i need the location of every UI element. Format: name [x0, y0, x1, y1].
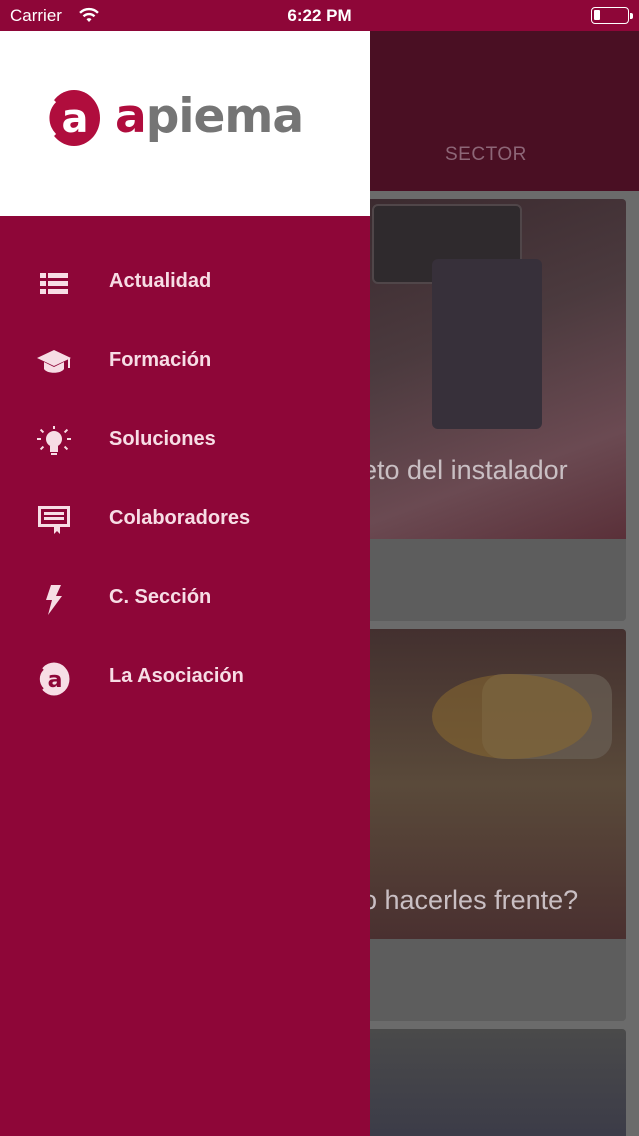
news-card[interactable]: [362, 1029, 626, 1136]
news-card[interactable]: o hacerles frente?: [362, 629, 626, 1021]
wordmark-first-letter: a: [115, 89, 147, 144]
menu-item-soluciones[interactable]: Soluciones: [0, 410, 370, 470]
apiema-logo[interactable]: a apiema: [45, 87, 315, 159]
menu-item-label: Formación: [109, 349, 212, 371]
motor-end-shape: [432, 674, 592, 759]
tab-sector[interactable]: SECTOR: [445, 144, 527, 166]
menu-item-label: C. Sección: [109, 586, 212, 608]
status-time: 6:22 PM: [287, 6, 352, 25]
menu-item-la-asociacion[interactable]: a La Asociación: [0, 647, 370, 707]
menu-item-colaboradores[interactable]: Colaboradores: [0, 489, 370, 549]
certificate-icon: [36, 505, 72, 537]
menu-item-label: Colaboradores: [109, 507, 251, 529]
apiema-logo-icon: a: [36, 662, 72, 696]
svg-text:a: a: [62, 96, 89, 142]
news-card-title: o hacerles frente?: [362, 885, 579, 915]
news-card-image: [362, 199, 626, 539]
status-bar: Carrier 6:22 PM: [0, 0, 639, 31]
menu-item-label: La Asociación: [109, 665, 244, 687]
apiema-logo-mark: a: [46, 90, 100, 146]
svg-text:a: a: [48, 668, 63, 693]
apiema-wordmark: apiema: [115, 89, 304, 144]
meter-shape: [432, 259, 542, 429]
wordmark-rest: piema: [145, 89, 304, 144]
menu-item-c-seccion[interactable]: C. Sección: [0, 568, 370, 628]
battery-fill: [594, 10, 600, 20]
news-card-title: eto del instalador: [362, 455, 568, 485]
battery-icon: [591, 7, 633, 24]
menu-item-label: Soluciones: [109, 428, 216, 450]
menu-item-actualidad[interactable]: Actualidad: [0, 252, 370, 312]
lightbulb-icon: [36, 426, 72, 458]
news-card-image: [362, 1029, 626, 1136]
drawer-header: a apiema: [0, 31, 370, 216]
news-card[interactable]: eto del instalador: [362, 199, 626, 621]
graduation-cap-icon: [36, 347, 72, 379]
side-drawer: a apiema Actualidad Formación Soluciones…: [0, 31, 370, 1136]
menu-item-formacion[interactable]: Formación: [0, 331, 370, 391]
list-icon: [36, 268, 72, 300]
lightning-icon: [36, 584, 72, 616]
menu-item-label: Actualidad: [109, 270, 212, 292]
